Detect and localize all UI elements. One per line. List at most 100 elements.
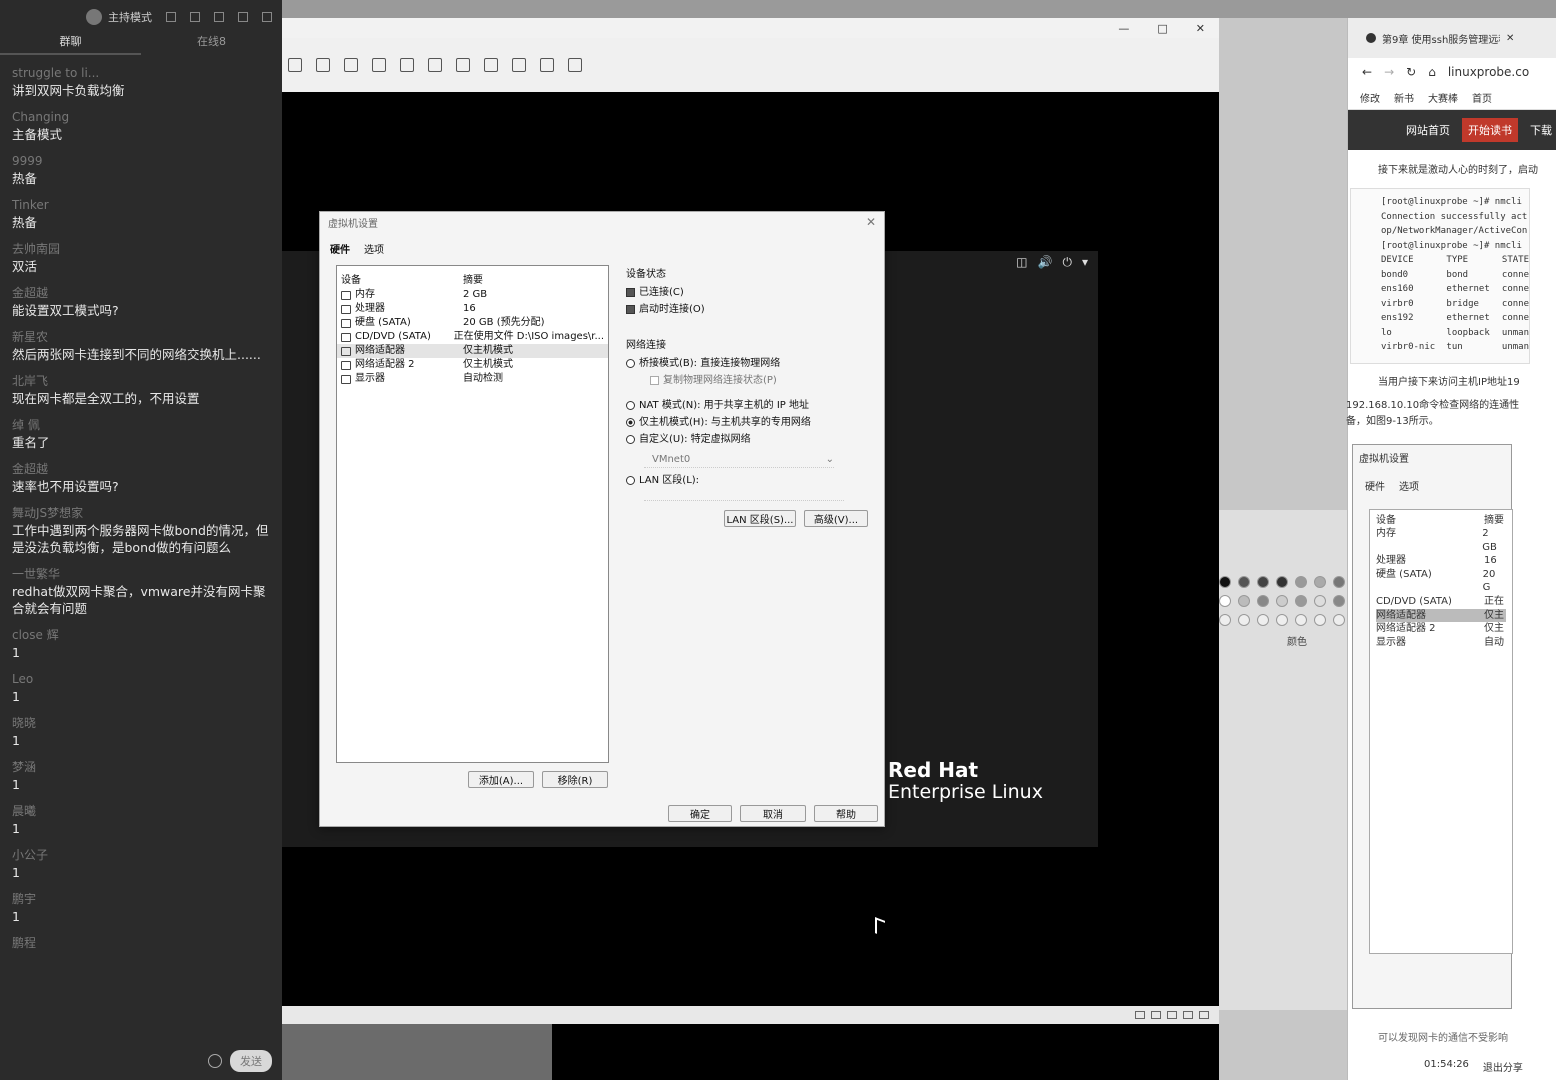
device-row[interactable]: 网络适配器 仅主机模式: [337, 344, 608, 358]
color-swatch[interactable]: [1333, 614, 1345, 626]
connect-on-boot-checkbox[interactable]: 启动时连接(O): [626, 301, 870, 318]
color-swatch[interactable]: [1238, 576, 1250, 588]
device-row[interactable]: 网络适配器 2 仅主机模式: [337, 358, 608, 372]
custom-radio[interactable]: 自定义(U): 特定虚拟网络: [626, 431, 870, 448]
advanced-button[interactable]: 高级(V)...: [804, 510, 868, 527]
tab-group-chat[interactable]: 群聊: [0, 33, 141, 55]
device-row[interactable]: 处理器 16: [337, 302, 608, 316]
revert-snapshot-icon[interactable]: [372, 58, 386, 72]
help-button[interactable]: 帮助: [814, 805, 878, 822]
terminal-line: [root@linuxprobe ~]# nmcli: [1381, 195, 1529, 210]
color-swatch[interactable]: [1314, 595, 1326, 607]
unity-icon[interactable]: [512, 58, 526, 72]
thumbnail-icon[interactable]: [456, 58, 470, 72]
tab-online[interactable]: 在线8: [141, 33, 282, 55]
close-icon[interactable]: [262, 11, 272, 22]
dialog-close-icon[interactable]: ✕: [866, 215, 876, 229]
back-icon[interactable]: ←: [1362, 65, 1372, 79]
host-only-label: 仅主机模式(H): 与主机共享的专用网络: [639, 417, 811, 428]
figure-cell: 摘要: [1484, 514, 1504, 526]
nav-start-reading[interactable]: 开始读书: [1462, 118, 1518, 142]
color-swatch[interactable]: [1219, 614, 1231, 626]
home-icon[interactable]: ⌂: [1428, 65, 1436, 79]
bookmark-item[interactable]: 大赛棒: [1428, 90, 1458, 105]
display-status-icon[interactable]: [1199, 1011, 1209, 1019]
tab-close-icon[interactable]: ✕: [1506, 33, 1514, 44]
nav-home[interactable]: 网站首页: [1406, 122, 1450, 138]
close-button[interactable]: ✕: [1196, 22, 1205, 35]
cd-status-icon[interactable]: [1151, 1011, 1161, 1019]
maximize-button[interactable]: □: [1157, 22, 1167, 35]
device-row[interactable]: 内存 2 GB: [337, 288, 608, 302]
color-swatch[interactable]: [1295, 614, 1307, 626]
network-icon[interactable]: ◫: [1016, 255, 1027, 270]
fullscreen-icon[interactable]: [190, 11, 200, 22]
lan-segments-button[interactable]: LAN 区段(S)...: [724, 510, 796, 527]
reload-icon[interactable]: ↻: [1406, 65, 1416, 79]
device-row[interactable]: 硬盘 (SATA) 20 GB (预先分配): [337, 316, 608, 330]
color-swatch[interactable]: [1276, 576, 1288, 588]
color-swatch[interactable]: [1276, 595, 1288, 607]
color-swatch[interactable]: [1219, 595, 1231, 607]
color-swatch[interactable]: [1257, 595, 1269, 607]
taskbar-tray: 01:54:26 退出分享: [1424, 1059, 1523, 1074]
library-icon[interactable]: [428, 58, 442, 72]
minimize-icon[interactable]: [214, 11, 224, 22]
minimize-button[interactable]: —: [1118, 22, 1129, 35]
volume-icon[interactable]: 🔊: [1038, 255, 1053, 270]
bookmark-item[interactable]: 首页: [1472, 90, 1492, 105]
color-swatch[interactable]: [1238, 595, 1250, 607]
url-input[interactable]: linuxprobe.co: [1448, 65, 1529, 79]
emoji-icon[interactable]: [208, 1054, 222, 1068]
color-swatch[interactable]: [1276, 614, 1288, 626]
color-swatch[interactable]: [1295, 576, 1307, 588]
nat-radio[interactable]: NAT 模式(N): 用于共享主机的 IP 地址: [626, 397, 870, 414]
replicate-state-checkbox[interactable]: 复制物理网络连接状态(P): [626, 372, 870, 389]
color-swatch[interactable]: [1314, 614, 1326, 626]
bookmark-item[interactable]: 新书: [1394, 90, 1414, 105]
usb-status-icon[interactable]: [1183, 1011, 1193, 1019]
console-icon[interactable]: [540, 58, 554, 72]
bookmark-item[interactable]: 修改: [1360, 90, 1380, 105]
color-swatch[interactable]: [1314, 576, 1326, 588]
fullscreen-icon[interactable]: [484, 58, 498, 72]
color-swatch[interactable]: [1257, 576, 1269, 588]
tab-hardware[interactable]: 硬件: [330, 241, 350, 256]
power-icon[interactable]: ⏻: [1062, 255, 1072, 270]
pause-icon[interactable]: [288, 58, 302, 72]
lan-segment-select[interactable]: [644, 489, 844, 501]
color-swatch[interactable]: [1333, 595, 1345, 607]
exit-share-button[interactable]: 退出分享: [1483, 1059, 1523, 1074]
add-device-button[interactable]: 添加(A)...: [468, 771, 534, 788]
remove-device-button[interactable]: 移除(R): [542, 771, 608, 788]
snapshot-manager-icon[interactable]: [400, 58, 414, 72]
snapshot-icon[interactable]: [344, 58, 358, 72]
bridged-radio[interactable]: 桥接模式(B): 直接连接物理网络: [626, 355, 870, 372]
device-row[interactable]: 显示器 自动检测: [337, 372, 608, 386]
connected-checkbox[interactable]: 已连接(C): [626, 284, 870, 301]
cancel-button[interactable]: 取消: [740, 805, 806, 822]
message-sender: Changing: [12, 110, 70, 124]
device-row[interactable]: CD/DVD (SATA) 正在使用文件 D:\ISO images\r...: [337, 330, 608, 344]
nav-download[interactable]: 下载: [1530, 122, 1552, 138]
color-swatch[interactable]: [1295, 595, 1307, 607]
lan-segment-radio[interactable]: LAN 区段(L):: [626, 472, 870, 489]
disk-status-icon[interactable]: [1135, 1011, 1145, 1019]
settings-icon[interactable]: [166, 11, 176, 22]
send-keys-icon[interactable]: [316, 58, 330, 72]
tab-options[interactable]: 选项: [364, 241, 384, 256]
browser-tab[interactable]: 第9章 使用ssh服务管理远程主机 ✕: [1348, 18, 1556, 58]
send-button[interactable]: 发送: [230, 1050, 272, 1072]
ok-button[interactable]: 确定: [668, 805, 732, 822]
chevron-down-icon[interactable]: ▾: [1082, 255, 1088, 270]
stretch-icon[interactable]: [568, 58, 582, 72]
color-swatch[interactable]: [1219, 576, 1231, 588]
color-swatch[interactable]: [1333, 576, 1345, 588]
vmnet-select[interactable]: VMnet0 ⌄: [644, 452, 834, 468]
color-swatch[interactable]: [1257, 614, 1269, 626]
host-only-radio[interactable]: 仅主机模式(H): 与主机共享的专用网络: [626, 414, 870, 431]
color-swatch[interactable]: [1238, 614, 1250, 626]
network-status-icon[interactable]: [1167, 1011, 1177, 1019]
restore-icon[interactable]: [238, 11, 248, 22]
forward-icon[interactable]: →: [1384, 65, 1394, 79]
